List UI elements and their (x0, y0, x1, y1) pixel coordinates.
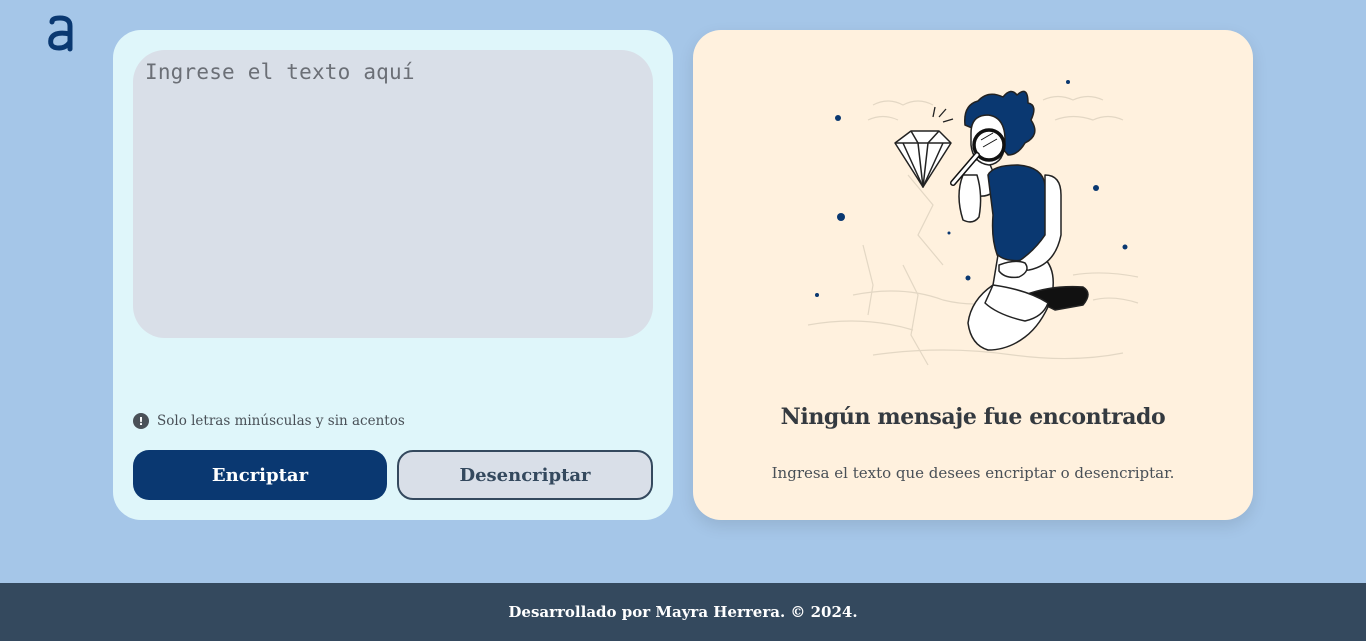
decrypt-button[interactable]: Desencriptar (397, 450, 653, 500)
text-input[interactable]: Ingrese el texto aquí (133, 50, 653, 338)
footer: Desarrollado por Mayra Herrera. © 2024. (0, 583, 1366, 641)
text-input-placeholder: Ingrese el texto aquí (145, 60, 415, 84)
footer-text: Desarrollado por Mayra Herrera. © 2024. (508, 603, 858, 621)
empty-message-title: Ningún mensaje fue encontrado (780, 404, 1166, 430)
person-with-magnifier-illustration (793, 45, 1153, 375)
encrypt-button[interactable]: Encriptar (133, 450, 387, 500)
hint: ! Solo letras minúsculas y sin acentos (133, 413, 405, 429)
alura-logo-icon[interactable] (44, 14, 78, 54)
hint-text: Solo letras minúsculas y sin acentos (157, 413, 405, 429)
input-panel: Ingrese el texto aquí ! Solo letras minú… (113, 30, 673, 520)
output-panel: Ningún mensaje fue encontrado Ingresa el… (693, 30, 1253, 520)
info-icon: ! (133, 413, 149, 429)
empty-message-description: Ingresa el texto que desees encriptar o … (771, 464, 1175, 482)
